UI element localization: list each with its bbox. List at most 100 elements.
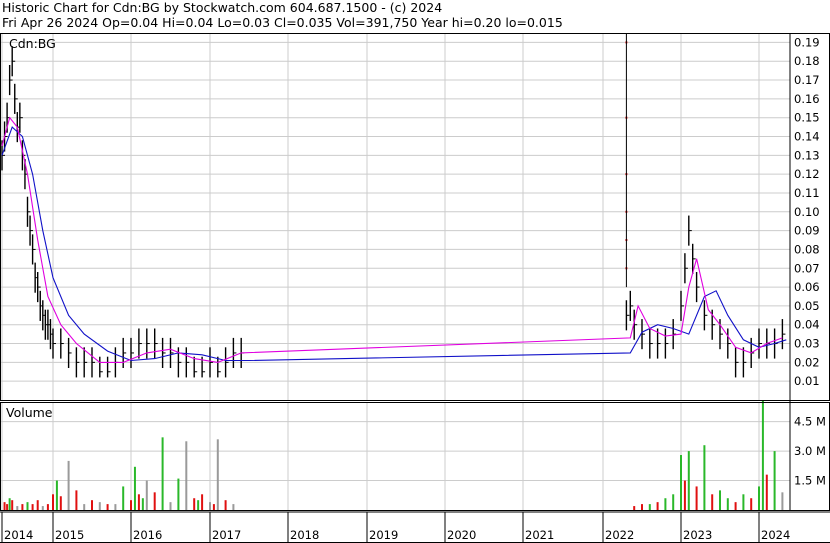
year-tick-label: 2021 (525, 528, 554, 542)
volume-bar (137, 494, 140, 510)
volume-bar (46, 504, 49, 510)
volume-bar (750, 498, 753, 510)
axis-labels: 0.19 0.18 0.17 0.16 0.15 0.14 0.13 0.12 0.11 0.10… (4, 35, 826, 542)
price-bars (1, 33, 786, 378)
volume-bar (133, 466, 136, 510)
volume-bar (177, 478, 180, 510)
volume-bar (719, 490, 721, 510)
price-tick-label: 0.05 (794, 299, 820, 313)
volume-bar (169, 502, 172, 510)
volume-bar (633, 506, 636, 510)
volume-bar (31, 504, 34, 510)
price-tick-label: 0.19 (794, 35, 820, 49)
year-tick-label: 2016 (133, 528, 162, 542)
price-tick-label: 0.13 (794, 148, 820, 162)
volume-bar (711, 494, 714, 510)
volume-bar (26, 502, 29, 510)
volume-bar (21, 504, 24, 510)
price-tick-label: 0.01 (794, 374, 820, 388)
volume-bar (153, 492, 156, 510)
price-tick-label: 0.08 (794, 242, 820, 256)
price-panel-frame (0, 33, 830, 401)
volume-bar (761, 400, 764, 510)
volume-bar (695, 486, 698, 510)
volume-bar (734, 502, 737, 510)
volume-bar (703, 445, 706, 510)
volume-bar (3, 502, 6, 510)
volume-bar (8, 498, 11, 510)
volume-bar (52, 494, 54, 510)
volume-bar (672, 494, 675, 510)
price-tick-label: 0.12 (794, 167, 820, 181)
price-tick-label: 0.11 (794, 186, 820, 200)
year-tick-label: 2022 (605, 528, 634, 542)
grid-lines (0, 33, 790, 510)
volume-bar (683, 480, 686, 510)
volume-bar (193, 498, 196, 510)
year-tick-label: 2020 (447, 528, 476, 542)
volume-bar (91, 500, 93, 510)
volume-bar (141, 498, 144, 510)
price-tick-label: 0.06 (794, 280, 820, 294)
volume-bar (11, 500, 14, 510)
volume-bar (216, 439, 219, 510)
volume-bar (106, 504, 109, 510)
volume-bar (758, 486, 760, 510)
price-tick-label: 0.16 (794, 92, 820, 106)
price-tick-label: 0.04 (794, 318, 820, 332)
volume-bar (98, 502, 101, 510)
price-tick-label: 0.15 (794, 111, 820, 125)
volume-bars (3, 400, 784, 510)
price-tick-label: 0.07 (794, 261, 820, 275)
volume-bar (680, 455, 682, 510)
year-tick-label: 2024 (761, 528, 790, 542)
volume-bar (114, 504, 117, 510)
volume-tick-label: 4.5 M (794, 415, 826, 429)
year-tick-label: 2017 (212, 528, 241, 542)
price-tick-label: 0.03 (794, 337, 820, 351)
year-tick-label: 2023 (683, 528, 712, 542)
volume-bar (67, 460, 70, 510)
year-tick-label: 2015 (55, 528, 84, 542)
volume-bar (36, 500, 39, 510)
price-panel-title: Cdn:BG (9, 36, 56, 51)
volume-bar (161, 437, 164, 510)
volume-panel-title: Volume (6, 405, 53, 420)
long-moving-average-line (1, 126, 787, 362)
volume-bar (55, 480, 58, 510)
volume-bar (185, 441, 188, 510)
volume-bar (232, 504, 235, 510)
volume-bar (773, 451, 776, 510)
price-tick-label: 0.09 (794, 224, 820, 238)
volume-bar (212, 504, 215, 510)
volume-bar (209, 502, 211, 510)
volume-bar (648, 504, 651, 510)
volume-bar (75, 490, 78, 510)
volume-bar (122, 486, 125, 510)
year-tick-label: 2019 (369, 528, 398, 542)
price-volume-chart: 0.19 0.18 0.17 0.16 0.15 0.14 0.13 0.12 0.11 0.10… (0, 33, 830, 543)
year-tick-label: 2014 (4, 528, 33, 542)
volume-bar (83, 504, 86, 510)
volume-bar (6, 504, 9, 510)
price-tick-label: 0.02 (794, 355, 820, 369)
volume-bar (16, 506, 19, 510)
volume-bar (656, 502, 659, 510)
volume-bar (130, 500, 132, 510)
volume-tick-label: 3.0 M (794, 444, 826, 458)
moving-average-lines (1, 116, 787, 363)
volume-bar (765, 474, 768, 510)
price-tick-label: 0.14 (794, 130, 820, 144)
volume-bar (145, 480, 148, 510)
volume-bar (726, 498, 729, 510)
volume-bar (664, 498, 667, 510)
volume-bar (59, 496, 62, 510)
short-moving-average-line (1, 116, 783, 363)
volume-bar (742, 494, 745, 510)
volume-bar (224, 500, 227, 510)
chart-frames (0, 33, 830, 543)
volume-bar (201, 494, 204, 510)
volume-tick-label: 1.5 M (794, 474, 826, 488)
volume-bar (641, 504, 643, 510)
volume-bar (781, 492, 784, 510)
